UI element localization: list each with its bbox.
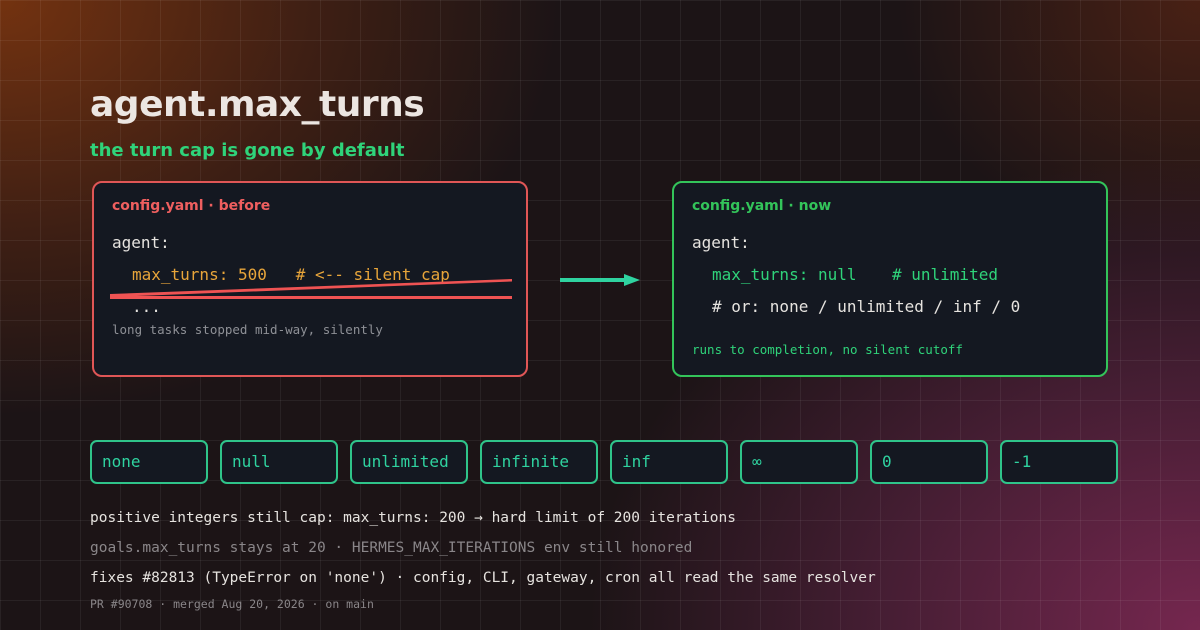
value-chip-null: null: [220, 440, 338, 484]
now-code-alternatives: # or: none / unlimited / inf / 0: [712, 297, 1021, 316]
before-note: long tasks stopped mid-way, silently: [112, 322, 383, 337]
unlimited-values-list: none null unlimited infinite inf ∞ 0 -1: [90, 440, 1120, 486]
page-subtitle: the turn cap is gone by default: [90, 140, 405, 161]
now-panel-header: config.yaml · now: [692, 198, 832, 214]
footer-positive-integers: positive integers still cap: max_turns: …: [90, 510, 737, 526]
before-code-agent: agent:: [112, 233, 170, 252]
footer-goals-note: goals.max_turns stays at 20 · HERMES_MAX…: [90, 540, 693, 556]
before-code-ellipsis: ...: [132, 297, 161, 316]
page-title: agent.max_turns: [90, 84, 425, 125]
before-panel-header: config.yaml · before: [112, 198, 271, 214]
footer-pr-meta: PR #90708 · merged Aug 20, 2026 · on mai…: [90, 597, 374, 611]
arrow-right-icon: [560, 274, 640, 286]
footer-fixes-note: fixes #82813 (TypeError on 'none') · con…: [90, 570, 876, 586]
value-chip-infinite: infinite: [480, 440, 598, 484]
now-code-agent: agent:: [692, 233, 750, 252]
now-code-comment: # unlimited: [892, 265, 998, 284]
value-chip-inf: inf: [610, 440, 728, 484]
value-chip-unlimited: unlimited: [350, 440, 468, 484]
value-chip-zero: 0: [870, 440, 988, 484]
value-chip-infinity-symbol: ∞: [740, 440, 858, 484]
strikethrough-slash: [110, 279, 512, 297]
value-chip-negative-one: -1: [1000, 440, 1118, 484]
now-note: runs to completion, no silent cutoff: [692, 342, 963, 357]
now-config-panel: config.yaml · now agent: max_turns: null…: [672, 181, 1108, 377]
value-chip-none: none: [90, 440, 208, 484]
now-code-max-turns: max_turns: null: [712, 265, 857, 284]
